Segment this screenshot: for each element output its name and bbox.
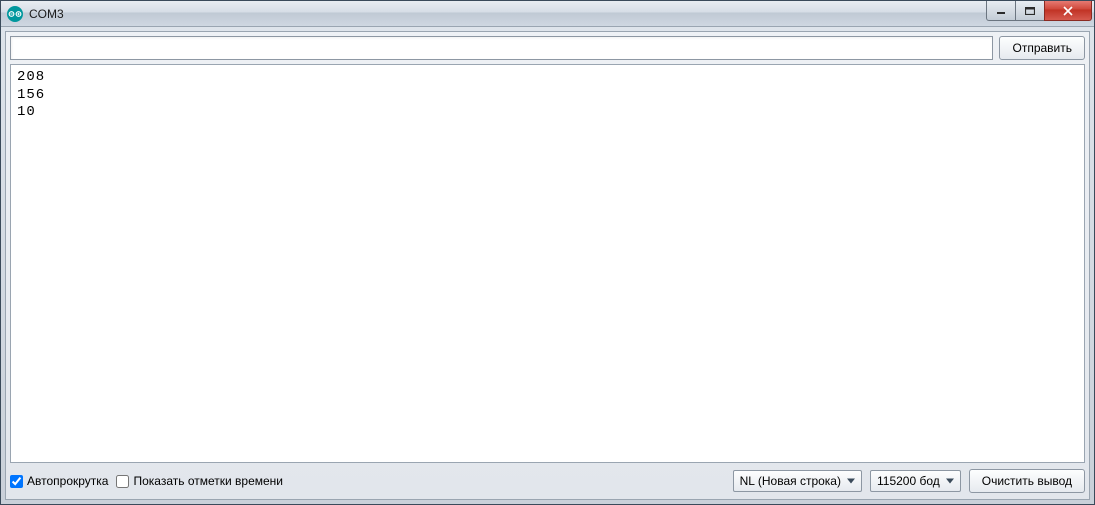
timestamp-input[interactable] — [116, 475, 129, 488]
send-input[interactable] — [10, 36, 993, 60]
maximize-icon — [1025, 7, 1035, 15]
autoscroll-label: Автопрокрутка — [27, 474, 108, 488]
maximize-button[interactable] — [1015, 1, 1045, 21]
window-title: COM3 — [29, 7, 64, 21]
serial-monitor-window: COM3 Отправить 208 156 10 Автопрокрутка — [0, 0, 1095, 505]
line-ending-value: NL (Новая строка) — [740, 474, 841, 488]
output-area[interactable]: 208 156 10 — [10, 64, 1085, 463]
minimize-button[interactable] — [986, 1, 1016, 21]
arduino-icon — [7, 6, 23, 22]
bottom-toolbar: Автопрокрутка Показать отметки времени N… — [10, 467, 1085, 495]
autoscroll-checkbox[interactable]: Автопрокрутка — [10, 474, 108, 488]
client-area: Отправить 208 156 10 Автопрокрутка Показ… — [5, 31, 1090, 500]
timestamp-checkbox[interactable]: Показать отметки времени — [116, 474, 283, 488]
baud-rate-select[interactable]: 115200 бод — [870, 470, 961, 492]
autoscroll-input[interactable] — [10, 475, 23, 488]
titlebar[interactable]: COM3 — [1, 1, 1094, 27]
line-ending-select[interactable]: NL (Новая строка) — [733, 470, 862, 492]
baud-rate-value: 115200 бод — [877, 474, 940, 488]
send-button[interactable]: Отправить — [999, 36, 1085, 60]
chevron-down-icon — [946, 479, 954, 484]
timestamp-label: Показать отметки времени — [133, 474, 283, 488]
clear-output-button[interactable]: Очистить вывод — [969, 469, 1085, 493]
close-button[interactable] — [1044, 1, 1092, 21]
minimize-icon — [996, 7, 1006, 15]
window-controls — [987, 1, 1092, 21]
close-icon — [1062, 6, 1074, 16]
send-row: Отправить — [10, 36, 1085, 60]
chevron-down-icon — [847, 479, 855, 484]
